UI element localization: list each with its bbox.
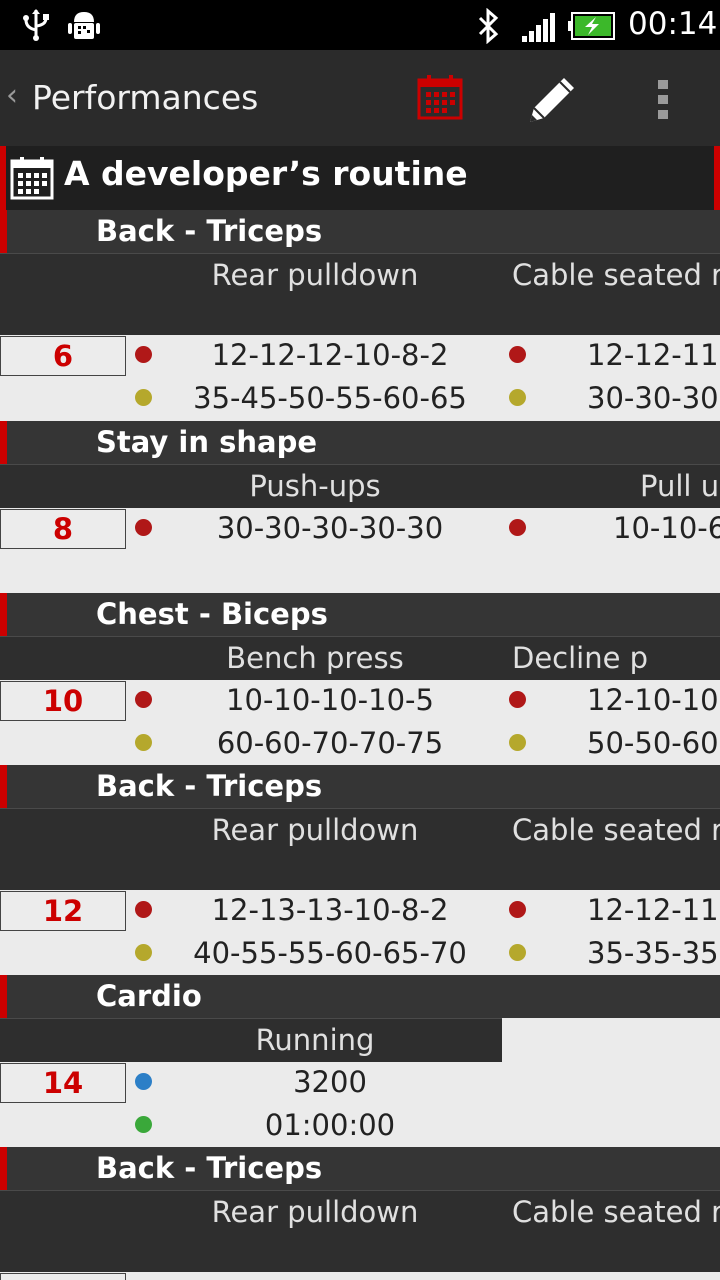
accent-bar [714, 146, 720, 210]
exercise-header-row: Rear pulldown Cable seated r [0, 1190, 720, 1272]
performance-value: 10-10-10-10-5 [226, 683, 434, 717]
exercise-name[interactable]: Cable seated r [512, 813, 720, 847]
exercise-name[interactable]: Push-ups [249, 469, 380, 503]
performance-value: 35-45-50-55-60-65 [193, 381, 467, 415]
day-number[interactable]: 14 [0, 1063, 126, 1103]
group-name: Back - Triceps [96, 1151, 323, 1185]
performance-value: 50-50-60 [587, 726, 719, 760]
bluetooth-icon [478, 8, 499, 44]
group-header[interactable]: Back - Triceps [0, 1147, 720, 1190]
performance-row[interactable]: 14 3200 01:00:00 [0, 1061, 720, 1147]
performance-value: 10-10-6 [613, 511, 720, 545]
yellow-dot [135, 734, 152, 751]
action-bar: ‹ Performances [0, 50, 720, 146]
red-dot [135, 519, 152, 536]
yellow-dot [509, 389, 526, 406]
day-number[interactable]: 12 [0, 891, 126, 931]
exercise-name[interactable]: Bench press [226, 641, 403, 675]
performance-value: 30-30-30-30-30 [216, 511, 444, 545]
calendar-icon [10, 157, 54, 200]
android-debug-icon [68, 12, 100, 39]
group-name: Back - Triceps [96, 769, 323, 803]
red-dot [509, 346, 526, 363]
exercise-name[interactable]: Rear pulldown [212, 813, 419, 847]
blue-dot [135, 1073, 152, 1090]
signal-icon [522, 13, 555, 42]
group-header[interactable]: Cardio [0, 975, 720, 1018]
accent-bar [0, 1147, 7, 1190]
red-dot [509, 519, 526, 536]
performance-value: 30-30-30 [587, 381, 719, 415]
accent-bar [0, 975, 7, 1018]
exercise-header-row: Running [0, 1018, 502, 1062]
exercise-name[interactable]: Rear pulldown [212, 1195, 419, 1229]
performance-value: 40-55-55-60-65-70 [193, 936, 467, 970]
exercise-header-row: Rear pulldown Cable seated r [0, 253, 720, 335]
exercise-name[interactable]: Cable seated r [512, 1195, 720, 1229]
accent-bar [0, 421, 7, 464]
page-title[interactable]: Performances [32, 78, 258, 117]
performance-value: 12-13-13-10-8-2 [211, 893, 449, 927]
yellow-dot [135, 389, 152, 406]
status-bar: 00:14 [0, 0, 720, 50]
group-header[interactable]: Chest - Biceps [0, 593, 720, 636]
exercise-name[interactable]: Running [256, 1023, 375, 1057]
green-dot [135, 1116, 152, 1133]
yellow-dot [509, 944, 526, 961]
performance-value: 12-12-11 [587, 338, 719, 372]
performance-value: 12-12-11 [587, 893, 719, 927]
exercise-header-row: Bench press Decline p [0, 636, 720, 680]
performance-value: 12-12-12-10-8-2 [211, 338, 449, 372]
red-dot [509, 901, 526, 918]
red-dot [509, 691, 526, 708]
group-header[interactable]: Stay in shape [0, 421, 720, 464]
group-name: Stay in shape [96, 425, 318, 459]
exercise-name[interactable]: Rear pulldown [212, 258, 419, 292]
calendar-icon[interactable] [416, 74, 464, 122]
performance-row[interactable]: 10 10-10-10-10-5 12-10-10 60-60-70-70-75 50-… [0, 679, 720, 765]
performance-row[interactable]: 12 12-13-13-10-8-2 12-12-11 40-55-55-60-65-… [0, 889, 720, 975]
accent-bar [0, 146, 6, 210]
performance-value: 60-60-70-70-75 [216, 726, 444, 760]
yellow-dot [135, 944, 152, 961]
performance-value: 3200 [293, 1065, 367, 1099]
accent-bar [0, 593, 7, 636]
day-number[interactable] [0, 1273, 126, 1280]
red-dot [135, 346, 152, 363]
overflow-menu-icon[interactable] [652, 78, 674, 120]
exercise-name[interactable]: Decline p [512, 641, 648, 675]
red-dot [135, 901, 152, 918]
red-dot [135, 691, 152, 708]
exercise-name[interactable]: Cable seated r [512, 258, 720, 292]
accent-bar [0, 210, 7, 253]
group-name: Chest - Biceps [96, 597, 328, 631]
performance-row[interactable]: 6 12-12-12-10-8-2 12-12-11 35-45-50-55-60-6… [0, 334, 720, 420]
yellow-dot [509, 734, 526, 751]
group-name: Cardio [96, 979, 202, 1013]
usb-icon [23, 9, 49, 41]
performance-row[interactable]: 8 30-30-30-30-30 10-10-6 [0, 507, 720, 593]
exercise-name[interactable]: Pull u [640, 469, 719, 503]
performance-value: 35-35-35 [587, 936, 719, 970]
accent-bar [0, 765, 7, 808]
performance-value: 01:00:00 [264, 1108, 396, 1142]
edit-pencil-icon[interactable] [522, 70, 582, 130]
back-chevron-icon[interactable]: ‹ [6, 78, 18, 113]
group-header[interactable]: Back - Triceps [0, 210, 720, 253]
day-number[interactable]: 6 [0, 336, 126, 376]
routine-title: A developer’s routine [64, 154, 468, 193]
day-number[interactable]: 8 [0, 509, 126, 549]
performances-list[interactable]: A developer’s routine Back - Triceps Rear… [0, 146, 720, 1280]
day-number[interactable]: 10 [0, 681, 126, 721]
battery-charging-icon [568, 12, 615, 40]
group-header[interactable]: Back - Triceps [0, 765, 720, 808]
clock: 00:14 [628, 6, 718, 42]
performance-value: 12-10-10 [587, 683, 719, 717]
routine-header[interactable]: A developer’s routine [0, 146, 720, 210]
exercise-header-row: Push-ups Pull u [0, 464, 720, 508]
group-name: Back - Triceps [96, 214, 323, 248]
exercise-header-row: Rear pulldown Cable seated r [0, 808, 720, 890]
